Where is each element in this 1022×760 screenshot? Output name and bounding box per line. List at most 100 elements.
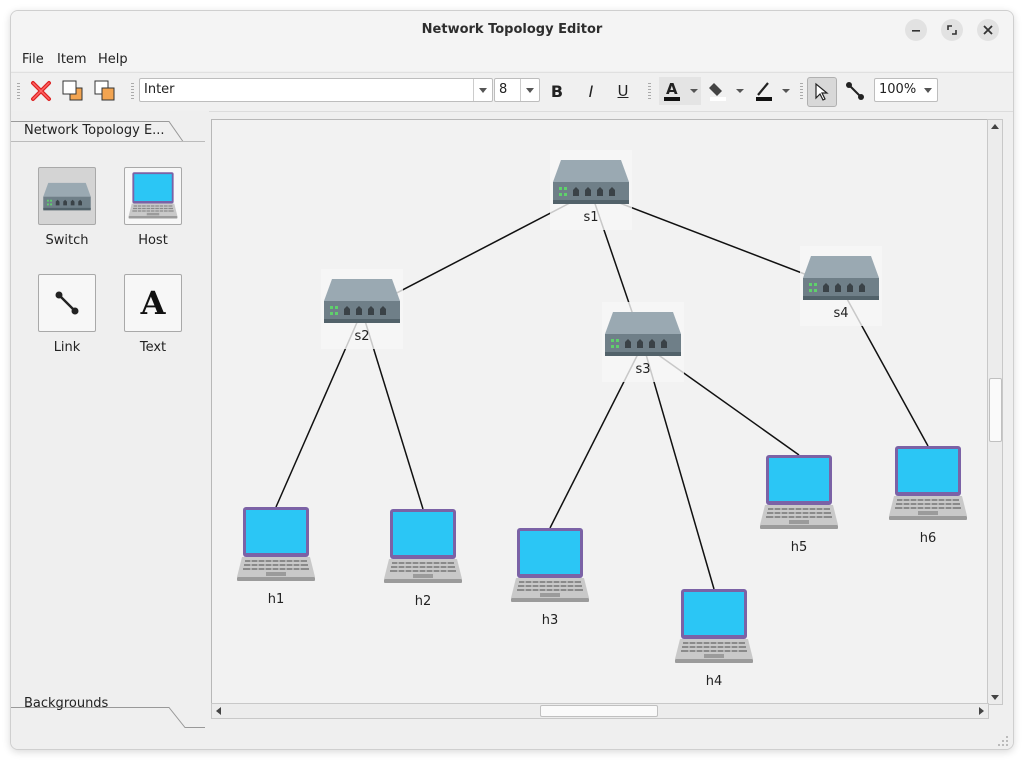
- bold-button[interactable]: B: [543, 77, 571, 105]
- palette-tile[interactable]: [38, 274, 96, 332]
- switch-icon: [605, 312, 681, 356]
- svg-text:A: A: [140, 286, 167, 320]
- fill-color-button[interactable]: [705, 77, 747, 105]
- palette-item-link[interactable]: Link: [22, 274, 112, 355]
- maximize-button[interactable]: [941, 19, 963, 41]
- palette-item-text[interactable]: A Text: [108, 274, 198, 355]
- underline-button[interactable]: U: [609, 77, 637, 105]
- diagram-svg: [236, 150, 968, 664]
- scroll-left-icon[interactable]: [212, 704, 226, 718]
- node-label: h5: [790, 540, 808, 555]
- laptop-icon: [674, 588, 754, 664]
- switch-icon: [803, 256, 879, 300]
- app-window: Network Topology Editor File Item Help I…: [10, 10, 1014, 750]
- menu-file[interactable]: File: [22, 52, 44, 67]
- switch-icon: [324, 279, 400, 323]
- vertical-scroll-thumb[interactable]: [989, 378, 1002, 442]
- horizontal-scrollbar[interactable]: [211, 703, 989, 719]
- palette-item-switch[interactable]: Switch: [22, 167, 112, 248]
- node-label: s3: [635, 362, 651, 377]
- laptop-icon: [759, 454, 839, 530]
- node-label: h6: [919, 531, 937, 546]
- pointer-icon: [815, 82, 829, 101]
- scroll-down-icon[interactable]: [988, 690, 1002, 704]
- node-label: s1: [583, 210, 599, 225]
- host-node-h1[interactable]: [236, 506, 316, 582]
- chevron-down-icon[interactable]: [473, 79, 492, 101]
- fill-color-icon: [709, 83, 744, 101]
- host-node-h2[interactable]: [383, 508, 463, 584]
- font-family-select[interactable]: Inter: [139, 78, 493, 102]
- chevron-down-icon[interactable]: [520, 79, 539, 101]
- palette-label: Link: [53, 340, 81, 355]
- toolbar: Inter 8 B I U A 100%: [11, 72, 1013, 112]
- vertical-scrollbar[interactable]: [987, 119, 1003, 705]
- resize-grip-icon[interactable]: [997, 735, 1009, 747]
- toolbar-grip-4[interactable]: [800, 83, 803, 101]
- host-node-h3[interactable]: [510, 527, 590, 603]
- palette-label: Switch: [45, 233, 89, 248]
- host-node-h6[interactable]: [888, 445, 968, 521]
- host-node-h5[interactable]: [759, 454, 839, 530]
- scroll-right-icon[interactable]: [974, 704, 988, 718]
- delete-icon: [31, 81, 51, 101]
- close-icon: [983, 25, 993, 35]
- bring-to-front-button[interactable]: [59, 77, 87, 105]
- text-color-button[interactable]: A: [659, 77, 701, 105]
- font-family-value: Inter: [144, 82, 175, 97]
- toolbar-grip[interactable]: [17, 83, 20, 101]
- chevron-down-icon[interactable]: [919, 79, 937, 101]
- status-strip: [11, 729, 1013, 749]
- send-to-back-icon: [94, 80, 115, 101]
- palette-tile[interactable]: A: [124, 274, 182, 332]
- diagram-canvas[interactable]: s1 s2 s3 s4 h1 h2 h3 h4 h5 h6: [211, 119, 989, 705]
- laptop-icon: [383, 508, 463, 584]
- host-node-h4[interactable]: [674, 588, 754, 664]
- palette-tile[interactable]: [124, 167, 182, 225]
- select-tool-button[interactable]: [807, 77, 837, 107]
- scroll-up-icon[interactable]: [988, 120, 1002, 134]
- toolbar-grip-2[interactable]: [131, 83, 134, 101]
- zoom-value: 100%: [879, 82, 917, 97]
- node-label: s2: [354, 329, 370, 344]
- horizontal-scroll-thumb[interactable]: [540, 705, 658, 717]
- palette-label: Host: [138, 233, 168, 248]
- node-label: h4: [705, 674, 723, 689]
- palette-item-host[interactable]: Host: [108, 167, 198, 248]
- delete-button[interactable]: [27, 77, 55, 105]
- font-size-value: 8: [499, 82, 508, 97]
- svg-text:A: A: [666, 80, 678, 98]
- line-color-button[interactable]: [751, 77, 793, 105]
- palette-tile[interactable]: [38, 167, 96, 225]
- italic-button[interactable]: I: [577, 77, 605, 105]
- node-label: h3: [541, 613, 559, 628]
- link-tool-button[interactable]: [841, 77, 869, 105]
- switch-icon: [553, 160, 629, 204]
- palette-sidebar: Network Topology E... Switch Host Link A…: [11, 111, 209, 729]
- backgrounds-tab[interactable]: Backgrounds: [24, 696, 108, 718]
- minimize-icon: [912, 30, 920, 32]
- palette-label: Text: [139, 340, 167, 355]
- link-icon: [846, 82, 864, 100]
- close-button[interactable]: [977, 19, 999, 41]
- switch-icon: [42, 176, 92, 216]
- node-label: h2: [414, 594, 432, 609]
- node-label: h1: [267, 592, 285, 607]
- laptop-icon: [510, 527, 590, 603]
- menu-help[interactable]: Help: [98, 52, 128, 67]
- laptop-icon: [236, 506, 316, 582]
- tab-outline: [11, 121, 205, 142]
- window-title: Network Topology Editor: [421, 22, 603, 37]
- font-size-select[interactable]: 8: [494, 78, 540, 102]
- title-bar: Network Topology Editor: [11, 11, 1013, 50]
- laptop-icon: [128, 171, 178, 221]
- menu-item[interactable]: Item: [57, 52, 87, 67]
- zoom-select[interactable]: 100%: [874, 78, 938, 102]
- menu-bar: File Item Help: [11, 49, 1013, 71]
- send-to-back-button[interactable]: [91, 77, 119, 105]
- text-icon: A: [140, 286, 167, 320]
- nodes-layer: [236, 150, 968, 664]
- maximize-icon: [947, 25, 957, 35]
- minimize-button[interactable]: [905, 19, 927, 41]
- toolbar-grip-3[interactable]: [648, 83, 651, 101]
